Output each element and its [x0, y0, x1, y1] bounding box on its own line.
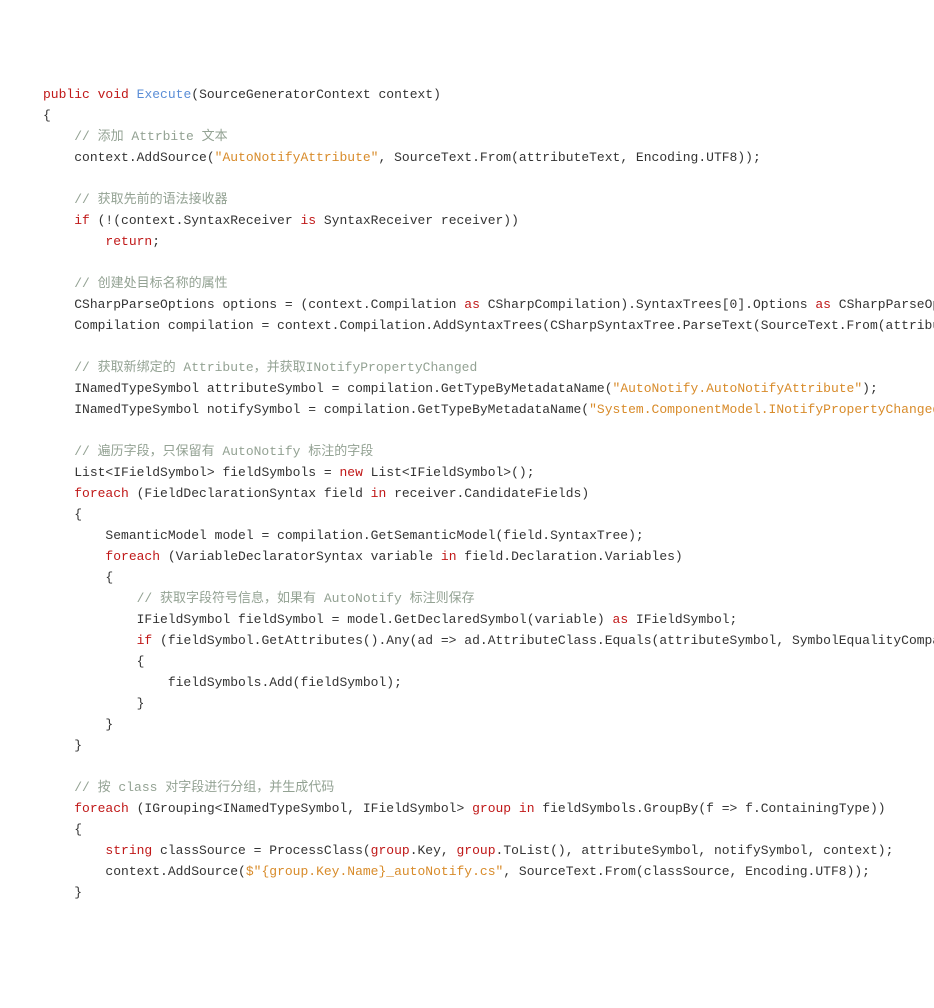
- code-text: context.AddSource(: [105, 864, 245, 879]
- keyword-as: as: [464, 297, 480, 312]
- code-text: .Key,: [410, 843, 457, 858]
- comment: // 遍历字段，只保留有 AutoNotify 标注的字段: [74, 444, 373, 459]
- brace-close: }: [105, 717, 113, 732]
- code-text: , SourceText.From(classSource, Encoding.…: [503, 864, 870, 879]
- code-text: List<IFieldSymbol>();: [363, 465, 535, 480]
- string-literal: "System.ComponentModel.INotifyPropertyCh…: [589, 402, 934, 417]
- code-text: fieldSymbols.GroupBy(f => f.ContainingTy…: [535, 801, 886, 816]
- code-text: List<IFieldSymbol> fieldSymbols =: [74, 465, 339, 480]
- code-text: context.AddSource(: [74, 150, 214, 165]
- keyword-group: group: [457, 843, 496, 858]
- keyword-void: void: [98, 87, 129, 102]
- brace-open: {: [74, 822, 82, 837]
- code-text: field.Declaration.Variables): [457, 549, 683, 564]
- semicolon: ;: [152, 234, 160, 249]
- code-text: (IGrouping<INamedTypeSymbol, IFieldSymbo…: [129, 801, 472, 816]
- code-text: classSource = ProcessClass(: [152, 843, 370, 858]
- keyword-as: as: [815, 297, 831, 312]
- code-text: (FieldDeclarationSyntax field: [129, 486, 371, 501]
- code-text: CSharpParseOp: [831, 297, 934, 312]
- keyword-in: in: [441, 549, 457, 564]
- code-text: Compilation compilation = context.Compil…: [74, 318, 934, 333]
- code-text: SyntaxReceiver receiver)): [316, 213, 519, 228]
- code-text: IFieldSymbol fieldSymbol = model.GetDecl…: [137, 612, 613, 627]
- code-text: SemanticModel model = compilation.GetSem…: [105, 528, 643, 543]
- code-text: .ToList(), attributeSymbol, notifySymbol…: [496, 843, 894, 858]
- keyword-if: if: [74, 213, 90, 228]
- comment: // 按 class 对字段进行分组，并生成代码: [74, 780, 334, 795]
- code-text: CSharpParseOptions options = (context.Co…: [74, 297, 464, 312]
- keyword-foreach: foreach: [105, 549, 160, 564]
- code-text: , SourceText.From(attributeText, Encodin…: [378, 150, 760, 165]
- comment: // 创建处目标名称的属性: [74, 276, 227, 291]
- keyword-as: as: [613, 612, 629, 627]
- brace-close: }: [137, 696, 145, 711]
- keyword-new: new: [339, 465, 362, 480]
- brace-open: {: [137, 654, 145, 669]
- brace-open: {: [43, 108, 51, 123]
- code-text: fieldSymbols.Add(fieldSymbol);: [168, 675, 402, 690]
- code-text: INamedTypeSymbol attributeSymbol = compi…: [74, 381, 612, 396]
- brace-close: }: [74, 885, 82, 900]
- keyword-if: if: [137, 633, 153, 648]
- code-text: INamedTypeSymbol notifySymbol = compilat…: [74, 402, 589, 417]
- comment: // 获取字段符号信息，如果有 AutoNotify 标注则保存: [137, 591, 475, 606]
- keyword-in: in: [511, 801, 534, 816]
- string-literal: "AutoNotifyAttribute": [215, 150, 379, 165]
- code-text: );: [862, 381, 878, 396]
- comment: // 获取新绑定的 Attribute，并获取INotifyPropertyCh…: [74, 360, 477, 375]
- brace-open: {: [74, 507, 82, 522]
- keyword-in: in: [371, 486, 387, 501]
- brace-open: {: [105, 570, 113, 585]
- code-text: IFieldSymbol;: [628, 612, 737, 627]
- code-text: (fieldSymbol.GetAttributes().Any(ad => a…: [152, 633, 934, 648]
- keyword-return: return: [105, 234, 152, 249]
- keyword-is: is: [300, 213, 316, 228]
- keyword-group: group: [472, 801, 511, 816]
- code-text: (!(context.SyntaxReceiver: [90, 213, 301, 228]
- brace-close: }: [74, 738, 82, 753]
- sig-rest: (SourceGeneratorContext context): [191, 87, 441, 102]
- keyword-group: group: [371, 843, 410, 858]
- method-execute: Execute: [137, 87, 192, 102]
- keyword-foreach: foreach: [74, 801, 129, 816]
- keyword-string: string: [105, 843, 152, 858]
- keyword-public: public: [43, 87, 90, 102]
- code-block: public void Execute(SourceGeneratorConte…: [0, 84, 934, 903]
- code-text: (VariableDeclaratorSyntax variable: [160, 549, 441, 564]
- comment: // 获取先前的语法接收器: [74, 192, 227, 207]
- string-literal: $"{group.Key.Name}_autoNotify.cs": [246, 864, 503, 879]
- keyword-foreach: foreach: [74, 486, 129, 501]
- string-literal: "AutoNotify.AutoNotifyAttribute": [613, 381, 863, 396]
- code-text: receiver.CandidateFields): [386, 486, 589, 501]
- code-text: CSharpCompilation).SyntaxTrees[0].Option…: [480, 297, 815, 312]
- comment: // 添加 Attrbite 文本: [74, 129, 227, 144]
